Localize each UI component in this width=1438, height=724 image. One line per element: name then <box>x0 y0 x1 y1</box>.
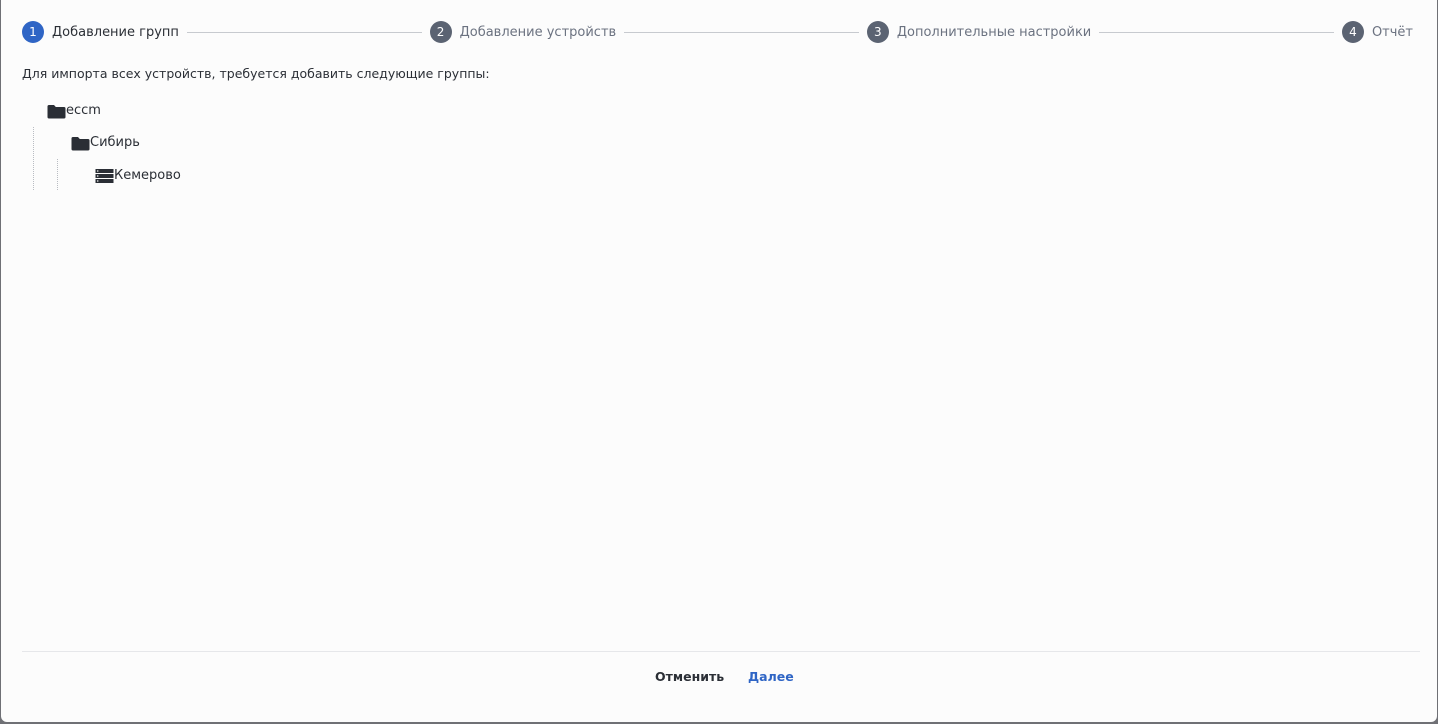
tree-guide-line <box>57 159 58 190</box>
tree-node-label: Сибирь <box>90 135 140 150</box>
footer-divider <box>22 651 1420 652</box>
step-label: Отчёт <box>1371 24 1413 40</box>
step-number-badge: 1 <box>22 21 44 43</box>
step-connector <box>1099 31 1334 33</box>
step-additional-settings: 3 Дополнительные настройки <box>866 21 1092 43</box>
step-number-badge: 4 <box>1341 21 1364 43</box>
step-label: Дополнительные настройки <box>896 24 1092 40</box>
intro-text: Для импорта всех устройств, требуется до… <box>22 66 490 81</box>
tree-node-sibir[interactable]: Сибирь <box>71 134 140 152</box>
step-add-groups: 1 Добавление групп <box>22 21 179 43</box>
step-label: Добавление групп <box>52 24 179 40</box>
tree-node-kemerovo[interactable]: Кемерово <box>95 167 181 185</box>
server-list-icon <box>95 168 114 184</box>
tree-guide-line <box>33 127 34 190</box>
cancel-button[interactable]: Отменить <box>655 666 724 688</box>
step-connector <box>624 31 859 33</box>
tree-node-label: eccm <box>66 103 101 118</box>
next-button[interactable]: Далее <box>748 666 794 688</box>
folder-icon <box>71 135 90 151</box>
tree-node-label: Кемерово <box>114 168 181 183</box>
step-add-devices: 2 Добавление устройств <box>429 21 617 43</box>
import-wizard-dialog: 1 Добавление групп 2 Добавление устройст… <box>1 0 1437 722</box>
wizard-stepper: 1 Добавление групп 2 Добавление устройст… <box>22 21 1413 43</box>
step-label: Добавление устройств <box>459 24 617 40</box>
tree-node-eccm[interactable]: eccm <box>47 102 101 120</box>
step-connector <box>186 31 422 33</box>
step-number-badge: 2 <box>429 21 452 43</box>
step-report: 4 Отчёт <box>1341 21 1413 43</box>
step-number-badge: 3 <box>866 21 889 43</box>
folder-icon <box>47 103 66 119</box>
